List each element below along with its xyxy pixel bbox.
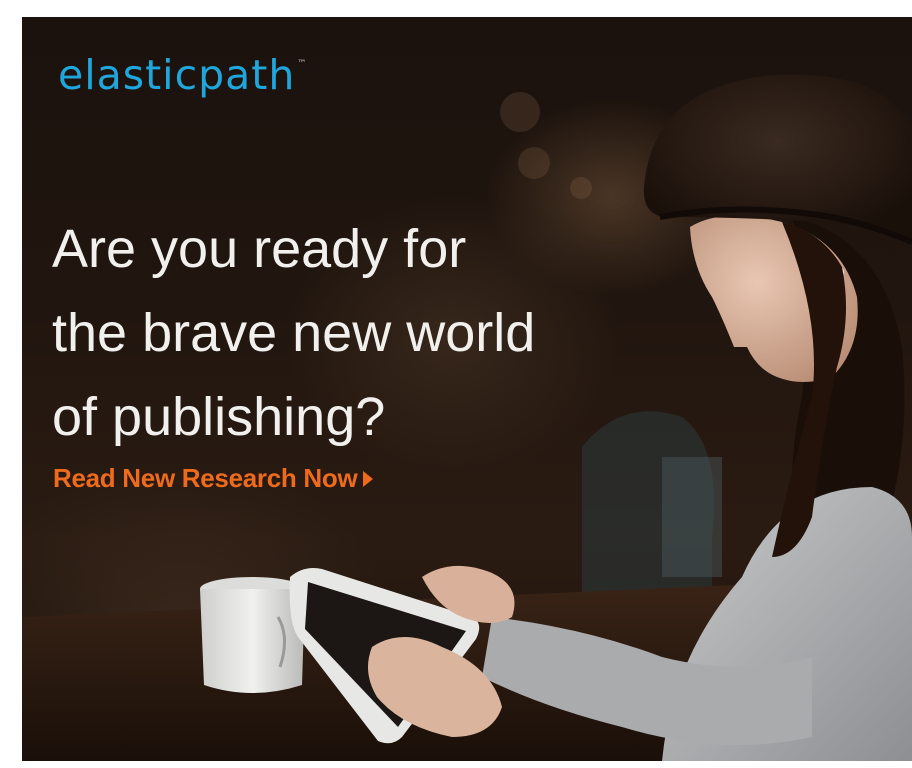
headline-line: the brave new world bbox=[52, 303, 536, 363]
logo-text: elasticpath bbox=[58, 51, 296, 99]
read-research-link[interactable]: Read New Research Now bbox=[53, 463, 374, 494]
ad-banner[interactable]: elasticpath ™ Are you ready for the brave… bbox=[22, 17, 912, 761]
headline-line: of publishing? bbox=[52, 387, 386, 447]
headline: Are you ready for the brave new world of… bbox=[52, 207, 652, 459]
trademark-symbol: ™ bbox=[297, 59, 308, 69]
elastic-path-logo[interactable]: elasticpath ™ bbox=[58, 51, 307, 99]
cta-label: Read New Research Now bbox=[53, 463, 358, 493]
play-arrow-icon bbox=[363, 470, 374, 487]
headline-line: Are you ready for bbox=[52, 219, 467, 279]
